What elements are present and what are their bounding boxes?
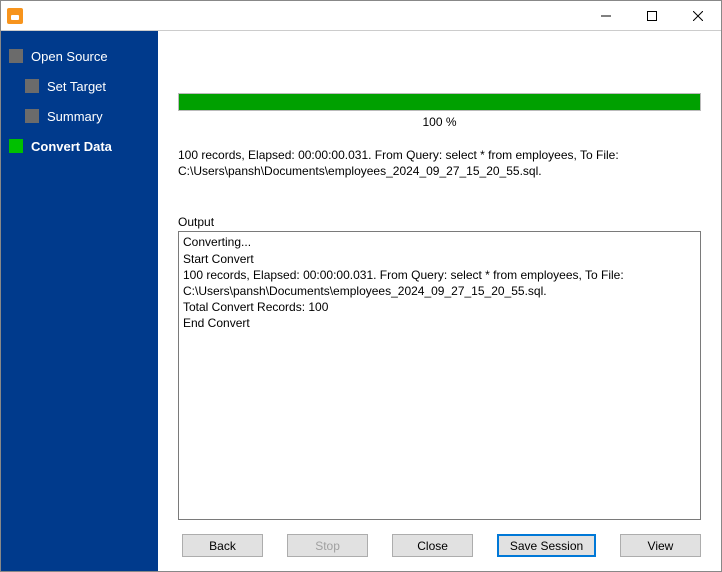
button-row: Back Stop Close Save Session View [178,534,701,557]
step-box-icon [25,79,39,93]
view-button[interactable]: View [620,534,701,557]
sidebar-item-label: Open Source [31,49,108,64]
progress-fill [179,94,700,110]
output-line: 100 records, Elapsed: 00:00:00.031. From… [183,267,696,299]
stop-button[interactable]: Stop [287,534,368,557]
progress-label: 100 % [178,115,701,129]
sidebar-item-set-target[interactable]: Set Target [1,71,158,101]
sidebar-item-open-source[interactable]: Open Source [1,41,158,71]
step-box-icon [9,49,23,63]
step-box-icon [25,109,39,123]
progress-section: 100 % [178,93,701,129]
titlebar [1,1,721,31]
output-line: End Convert [183,315,696,331]
output-line: Start Convert [183,251,696,267]
output-textarea[interactable]: Converting...Start Convert100 records, E… [178,231,701,520]
wizard-sidebar: Open Source Set Target Summary Convert D… [1,31,158,571]
sidebar-item-label: Convert Data [31,139,112,154]
output-line: Converting... [183,234,696,250]
back-button[interactable]: Back [182,534,263,557]
app-icon [7,8,23,24]
progress-bar [178,93,701,111]
save-session-button[interactable]: Save Session [497,534,596,557]
close-window-button[interactable] [675,1,721,31]
close-button[interactable]: Close [392,534,473,557]
step-box-icon [9,139,23,153]
output-line: Total Convert Records: 100 [183,299,696,315]
minimize-button[interactable] [583,1,629,31]
sidebar-item-convert-data[interactable]: Convert Data [1,131,158,161]
maximize-button[interactable] [629,1,675,31]
body-area: Open Source Set Target Summary Convert D… [1,31,721,571]
status-text: 100 records, Elapsed: 00:00:00.031. From… [178,147,701,179]
sidebar-item-label: Summary [47,109,103,124]
sidebar-item-summary[interactable]: Summary [1,101,158,131]
app-window: Open Source Set Target Summary Convert D… [0,0,722,572]
output-label: Output [178,215,701,229]
sidebar-item-label: Set Target [47,79,106,94]
main-panel: 100 % 100 records, Elapsed: 00:00:00.031… [158,31,721,571]
